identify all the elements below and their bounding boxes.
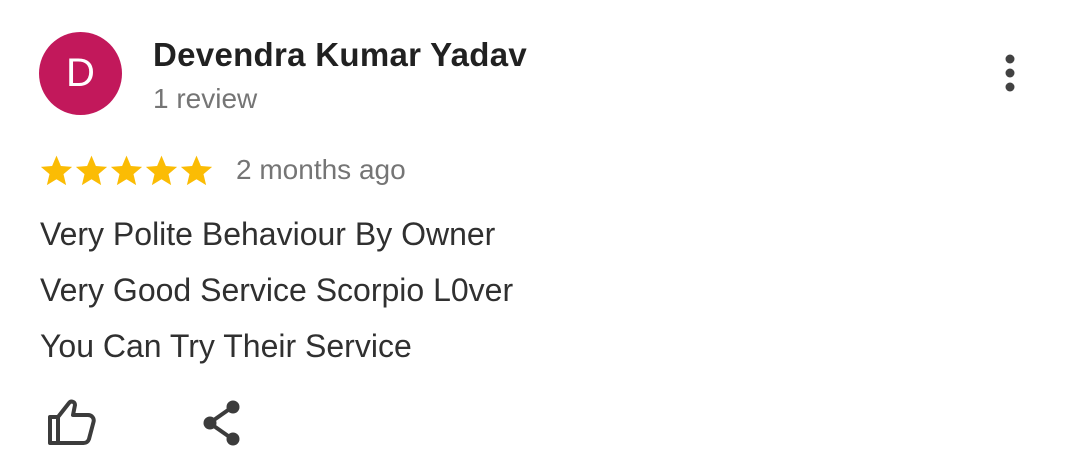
share-button[interactable]	[198, 398, 248, 448]
author-review-count: 1 review	[153, 83, 258, 114]
author-name[interactable]: Devendra Kumar Yadav	[153, 36, 527, 74]
star-icon	[110, 155, 143, 186]
star-icon	[180, 155, 213, 186]
star-rating	[39, 153, 214, 189]
star-icon	[145, 155, 178, 186]
avatar[interactable]: D	[39, 32, 122, 115]
review-text-line: Very Good Service Scorpio L0ver	[40, 272, 514, 308]
more-vert-icon	[1005, 54, 1015, 92]
star-icon	[40, 155, 73, 186]
review-time: 2 months ago	[236, 154, 406, 185]
review-text-line: You Can Try Their Service	[40, 328, 412, 364]
star-icon	[75, 155, 108, 186]
like-button[interactable]	[44, 396, 100, 448]
review-text: Very Polite Behaviour By Owner Very Good…	[40, 206, 513, 374]
more-options-button[interactable]	[990, 50, 1030, 96]
review-text-line: Very Polite Behaviour By Owner	[40, 216, 496, 252]
thumbs-up-icon	[48, 399, 96, 445]
share-icon	[203, 400, 240, 446]
avatar-initial: D	[66, 51, 95, 95]
